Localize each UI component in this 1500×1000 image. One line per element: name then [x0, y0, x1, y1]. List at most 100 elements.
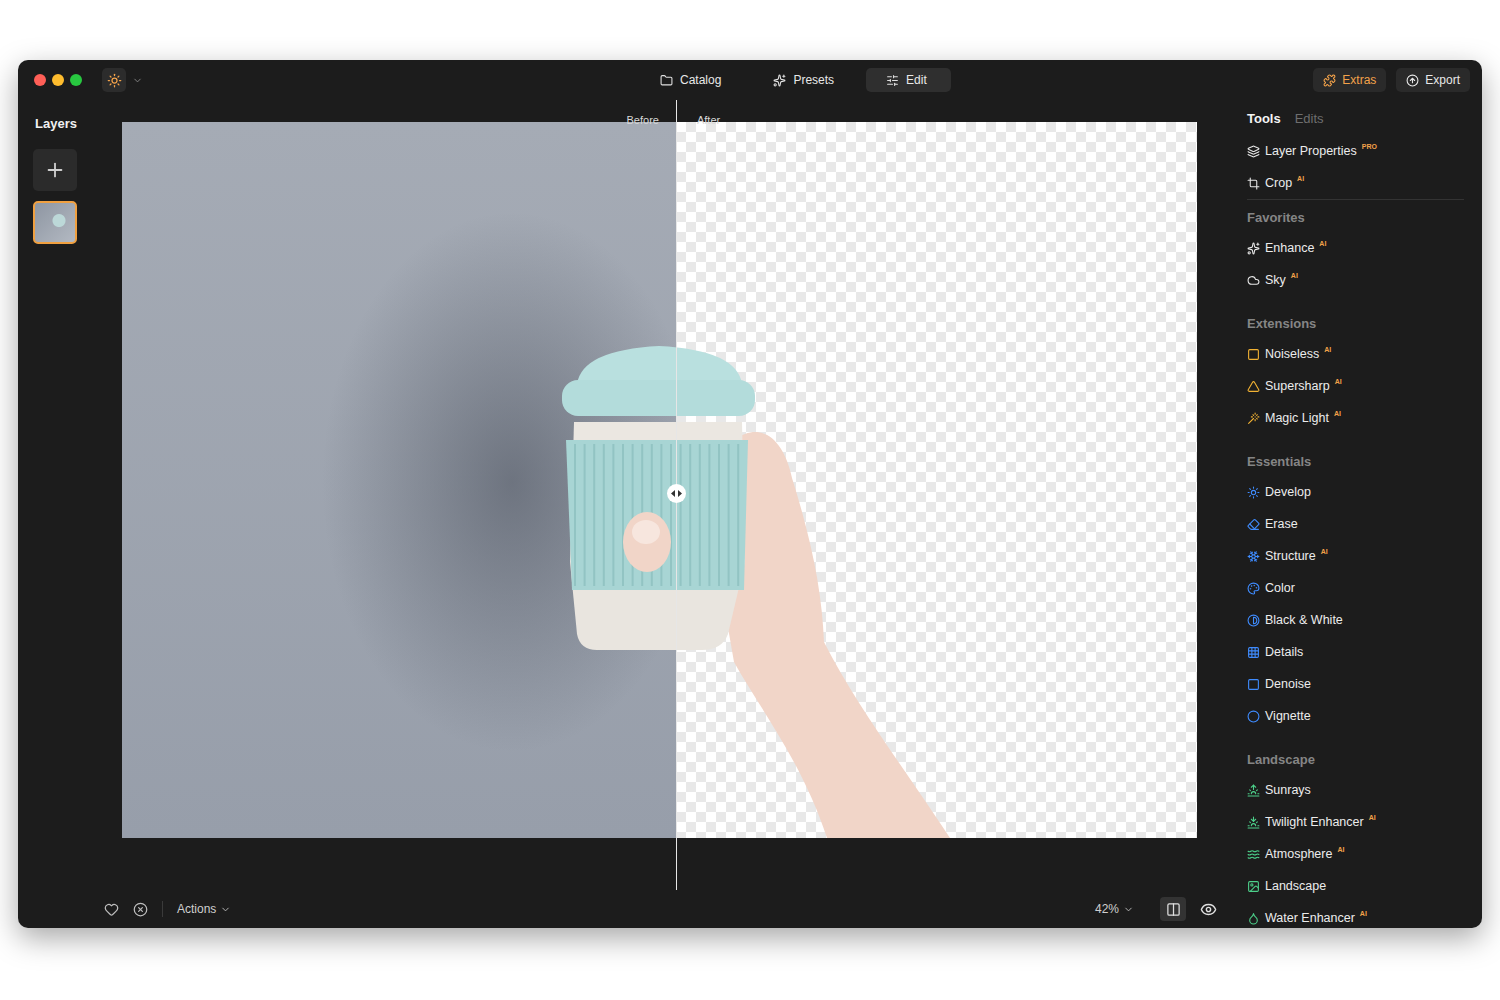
tool-label: Noiseless	[1265, 347, 1319, 361]
tool-label: Color	[1265, 581, 1295, 595]
tool-label: Develop	[1265, 485, 1311, 499]
page: CatalogPresetsEditExtrasExportLayersBefo…	[0, 0, 1500, 1000]
nav-tab[interactable]: Catalog	[640, 68, 745, 92]
tool-icon	[1247, 816, 1260, 829]
chevron-icon	[1123, 904, 1134, 915]
tool-section: EssentialsDevelopEraseStructureAIColorBl…	[1247, 446, 1464, 732]
nav-tab[interactable]: Presets	[753, 68, 858, 92]
tool-icon	[1247, 582, 1260, 595]
tool-label: Sunrays	[1265, 783, 1311, 797]
panel-tabs: Tools Edits	[1247, 108, 1464, 128]
tool-badge: AI	[1319, 240, 1326, 247]
tool-item[interactable]: AtmosphereAI	[1247, 838, 1464, 870]
heart-icon[interactable]	[104, 902, 119, 917]
header-button[interactable]: Extras	[1313, 68, 1386, 92]
tool-label: Twilight Enhancer	[1265, 815, 1364, 829]
tool-item[interactable]: SkyAI	[1247, 264, 1464, 296]
tool-item[interactable]: Twilight EnhancerAI	[1247, 806, 1464, 838]
body: LayersBeforeAfterActions42%ToolsEditsLay…	[18, 100, 1482, 928]
tool-icon	[1247, 274, 1260, 287]
tool-badge: AI	[1291, 272, 1298, 279]
header-actions: Extras Export	[951, 68, 1482, 92]
tool-item[interactable]: Vignette	[1247, 700, 1464, 732]
chevron-icon[interactable]	[132, 75, 143, 86]
after-label: After	[697, 114, 720, 126]
header-button-label: Extras	[1342, 73, 1376, 87]
tool-badge: AI	[1321, 548, 1328, 555]
tool-item[interactable]: Magic LightAI	[1247, 402, 1464, 434]
nav-tabs: Catalog Presets Edit	[640, 68, 951, 92]
zoom-button[interactable]	[70, 74, 82, 86]
actions-menu[interactable]: Actions	[177, 902, 231, 916]
chevron-icon	[220, 904, 231, 915]
header-button[interactable]: Export	[1396, 68, 1470, 92]
section-title: Landscape	[1247, 744, 1464, 774]
nav-tab-icon	[886, 74, 899, 87]
reject-icon[interactable]	[133, 902, 148, 917]
tool-label: Crop	[1265, 176, 1292, 190]
tool-icon	[1247, 710, 1260, 723]
tool-label: Structure	[1265, 549, 1316, 563]
tool-icon	[1247, 242, 1260, 255]
tool-badge: AI	[1324, 346, 1331, 353]
tool-icon	[1247, 177, 1260, 190]
zoom-menu[interactable]: 42%	[1095, 902, 1134, 916]
cup-photo	[122, 122, 1197, 838]
tool-item[interactable]: SupersharpAI	[1247, 370, 1464, 402]
plus-icon	[44, 159, 66, 181]
compare-button[interactable]	[1160, 897, 1186, 921]
tool-icon	[1247, 518, 1260, 531]
tool-label: Magic Light	[1265, 411, 1329, 425]
header-button-label: Export	[1425, 73, 1460, 87]
tool-icon	[1247, 550, 1260, 563]
tool-item[interactable]: Details	[1247, 636, 1464, 668]
tool-icon	[1247, 912, 1260, 925]
app-logo[interactable]	[102, 68, 126, 92]
tool-item[interactable]: Erase	[1247, 508, 1464, 540]
tool-item[interactable]: Denoise	[1247, 668, 1464, 700]
tool-item[interactable]: Water EnhancerAI	[1247, 902, 1464, 928]
tool-item[interactable]: Enhance AI	[1247, 232, 1464, 264]
tool-label: Landscape	[1265, 879, 1326, 893]
close-button[interactable]	[34, 74, 46, 86]
tool-item[interactable]: Color	[1247, 572, 1464, 604]
nav-tab[interactable]: Edit	[866, 68, 951, 92]
tool-icon	[1247, 486, 1260, 499]
divider	[162, 901, 163, 917]
tools-panel: ToolsEditsLayer PropertiesPROCropAIFavor…	[1229, 100, 1482, 928]
eye-icon[interactable]	[1200, 901, 1217, 918]
before-label: Before	[627, 114, 659, 126]
tool-badge: AI	[1337, 846, 1344, 853]
add-layer-button[interactable]	[33, 149, 77, 191]
split-line[interactable]	[676, 100, 677, 890]
title-bar: Catalog Presets Edit Extras Export	[18, 60, 1482, 100]
tool-section: LandscapeSunraysTwilight EnhancerAIAtmos…	[1247, 744, 1464, 928]
tool-section: FavoritesEnhanceAISkyAI	[1247, 202, 1464, 296]
tool-section: ExtensionsNoiselessAISupersharpAIMagic L…	[1247, 308, 1464, 434]
tool-icon	[1247, 678, 1260, 691]
tool-icon	[1247, 145, 1260, 158]
tool-item[interactable]: Layer PropertiesPRO	[1247, 135, 1464, 167]
tool-label: Erase	[1265, 517, 1298, 531]
sun-logo-icon	[107, 73, 122, 88]
main-area: LayersBeforeAfterActions42%	[18, 100, 1229, 928]
tool-item[interactable]: Structure AI	[1247, 540, 1464, 572]
section-title: Extensions	[1247, 308, 1464, 338]
layer-thumbnail[interactable]	[33, 201, 77, 244]
nav-tab-icon	[660, 74, 673, 87]
tool-icon	[1247, 848, 1260, 861]
panel-tab[interactable]: Edits	[1295, 111, 1324, 126]
tool-label: Enhance	[1265, 241, 1314, 255]
tool-item[interactable]: Noiseless AI	[1247, 338, 1464, 370]
tool-item[interactable]: Sunrays	[1247, 774, 1464, 806]
tool-item[interactable]: CropAI	[1247, 167, 1464, 199]
minimize-button[interactable]	[52, 74, 64, 86]
tool-label: Layer Properties	[1265, 144, 1357, 158]
tool-label: Black & White	[1265, 613, 1343, 627]
tool-item[interactable]: Landscape	[1247, 870, 1464, 902]
panel-tab[interactable]: Tools	[1247, 111, 1281, 126]
split-handle[interactable]	[667, 484, 686, 503]
tool-item[interactable]: Develop	[1247, 476, 1464, 508]
tool-item[interactable]: Black & White	[1247, 604, 1464, 636]
zoom-label: 42%	[1095, 902, 1119, 916]
